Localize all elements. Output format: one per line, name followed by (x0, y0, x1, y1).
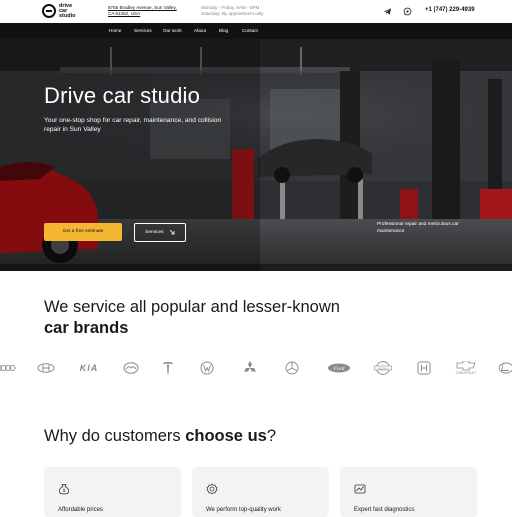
hours-line-2: Saturday: By appointment only (201, 10, 264, 16)
address-link[interactable]: 8765 Bradley Avenue, Sun Valley, CA 9135… (108, 5, 188, 16)
top-bar: drive car studio 8765 Bradley Avenue, Su… (0, 0, 512, 23)
feature-card-text: We perform top-quality work (206, 507, 281, 513)
hero-subtitle: Your one-stop shop for car repair, maint… (44, 117, 222, 133)
hero-title: Drive car studio (44, 83, 201, 108)
telegram-icon[interactable] (383, 7, 392, 16)
why-choose-us-heading: Why do customers choose us? (44, 427, 276, 446)
hero-section: Drive car studio Your one-stop shop for … (0, 39, 512, 271)
nav-item-about[interactable]: About (194, 28, 206, 33)
whatsapp-icon[interactable] (403, 7, 412, 16)
kia-logo: KIA (79, 363, 99, 373)
feature-card-quality: We perform top-quality work (192, 467, 329, 517)
logo-text: drive car studio (59, 3, 79, 20)
mercedes-logo (282, 360, 302, 376)
working-hours: Monday - Friday, 9AM - 6PM Saturday: By … (201, 5, 281, 16)
tesla-logo (160, 360, 176, 376)
brands-heading: We service all popular and lesser-known … (44, 297, 364, 339)
hyundai-logo (36, 360, 56, 376)
mitsubishi-logo (240, 360, 260, 376)
why-heading-end: ? (266, 427, 277, 445)
get-estimate-button[interactable]: Get a free estimate (44, 223, 122, 241)
brands-heading-text: We service all popular and lesser-known (44, 298, 340, 316)
nav-item-home[interactable]: Home (109, 28, 121, 33)
phone-link[interactable]: +1 (747) 229-4939 (425, 7, 475, 13)
arrow-icon (169, 229, 175, 235)
nav-item-contact[interactable]: Contact (242, 28, 258, 33)
audi-logo (0, 360, 16, 376)
address-line-1: 8765 Bradley Avenue, Sun Valley, (108, 5, 177, 10)
nav-item-blog[interactable]: Blog (219, 28, 228, 33)
brands-heading-bold: car brands (44, 319, 129, 337)
feature-card-text: Affordable prices (58, 507, 103, 513)
logo-mark-icon (42, 4, 56, 18)
money-bag-icon: $ (59, 484, 69, 495)
volkswagen-logo (198, 360, 216, 376)
nav-item-our-work[interactable]: Our work (163, 28, 182, 33)
feature-card-prices: $ Affordable prices (44, 467, 181, 517)
ford-logo: Ford (326, 360, 352, 376)
nissan-logo: NISSAN (373, 360, 393, 376)
nav-item-services[interactable]: Services (134, 28, 152, 33)
logo[interactable]: drive car studio (42, 3, 79, 20)
diagnostics-icon (354, 484, 366, 494)
nissan-logo-text: NISSAN (377, 366, 388, 370)
hero-note: Professional repair and meticulous car m… (377, 222, 459, 234)
lexus-logo (498, 360, 512, 376)
address-line-2: CA 91352, USA (108, 10, 141, 16)
why-heading-text: Why do customers (44, 427, 186, 445)
warranty-icon (206, 483, 218, 495)
honda-logo (414, 360, 434, 376)
feature-card-diagnostics: Expert fast diagnostics (340, 467, 477, 517)
main-nav: Home Services Our work About Blog Contac… (0, 23, 512, 39)
why-heading-bold: choose us (185, 427, 267, 445)
feature-card-text: Expert fast diagnostics (354, 507, 415, 513)
services-button[interactable]: Services (134, 223, 186, 242)
mazda-logo (122, 360, 140, 376)
chevrolet-logo-text: CHEVROLET (456, 371, 477, 375)
ford-logo-text: Ford (333, 366, 345, 372)
svg-text:$: $ (63, 488, 66, 493)
brand-logos-row: KIA Ford NISSAN CHEVROLET (0, 360, 512, 376)
services-button-label: Services (145, 230, 164, 235)
logo-word-3: studio (59, 13, 76, 20)
chevrolet-logo: CHEVROLET (452, 360, 480, 376)
